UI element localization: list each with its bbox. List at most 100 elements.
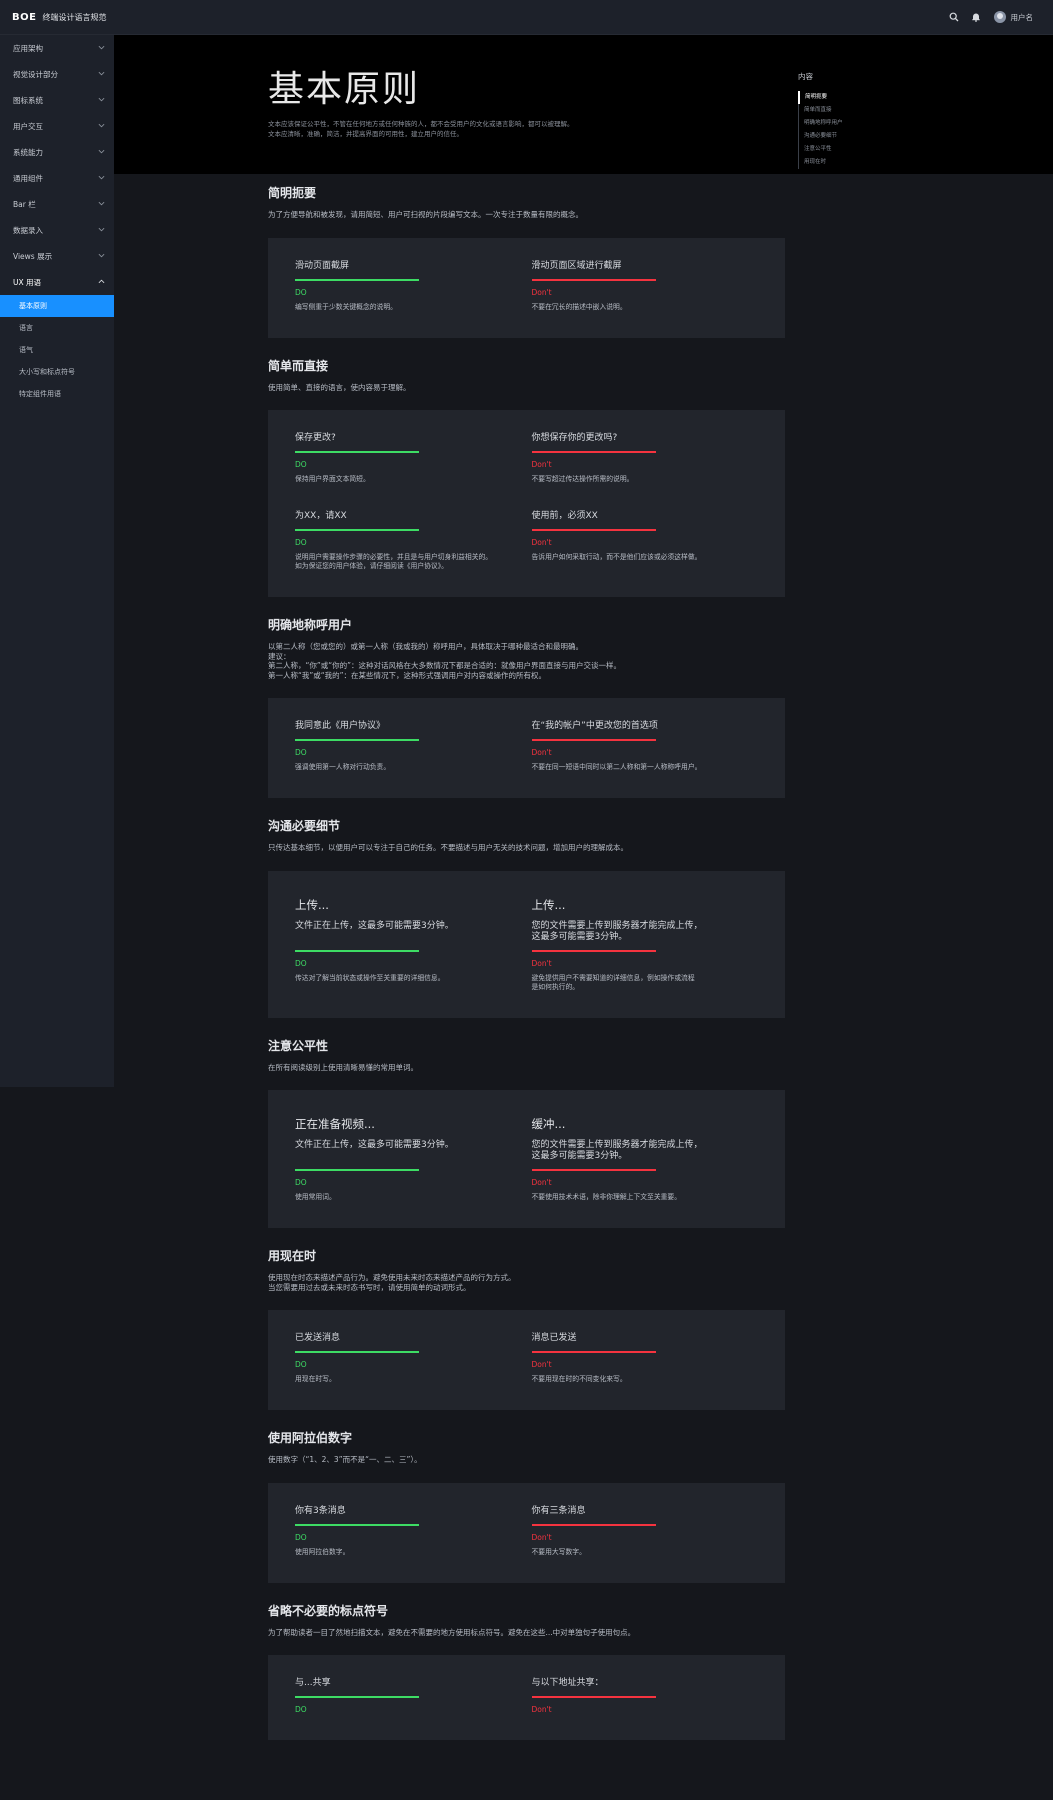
toc-item[interactable]: 注意公平性 xyxy=(799,143,918,156)
section-description-line: 当您需要用过去或未来时态书写时，请使用简单的动词形式。 xyxy=(268,1282,471,1292)
section-description: 使用现在时态来描述产品行为。避免使用未来时态来描述产品的行为方式。 当您需要用过… xyxy=(268,1273,785,1292)
dont-indicator xyxy=(531,739,656,741)
dont-label: Don't xyxy=(531,538,552,547)
page-description-line: 文本应该保证公平性，不管在任何地方或任何种族的人，都不会受用户的文化或语言影响，… xyxy=(268,120,574,128)
sidebar-item-common-components[interactable]: 通用组件 xyxy=(0,165,114,191)
do-label: DO xyxy=(295,1178,307,1187)
dont-label: Don't xyxy=(531,460,552,469)
sidebar: 应用架构 视觉设计部分 图标系统 用户交互 系统能力 通用组件 Bar 栏 数据… xyxy=(0,35,114,1087)
logo[interactable]: BOE 终端设计语言规范 xyxy=(12,12,106,23)
sidebar-item-visual-design[interactable]: 视觉设计部分 xyxy=(0,61,114,87)
example-subtext: 文件正在上传，这最多可能需要3分钟。 xyxy=(295,1140,454,1150)
chevron-up-icon xyxy=(98,279,105,284)
sidebar-subitem-tone[interactable]: 语气 xyxy=(0,339,114,361)
dont-example: 你有三条消息 Don't 不要用大写数字。 xyxy=(527,1503,759,1557)
username[interactable]: 用户名 xyxy=(1011,12,1034,23)
sidebar-item-ux-writing[interactable]: UX 用语 xyxy=(0,269,114,295)
sidebar-item-icon-system[interactable]: 图标系统 xyxy=(0,87,114,113)
example-note-line: 是如何执行的。 xyxy=(531,982,580,991)
section-description-line: 第二人称，“你”或“你的”：这种对话风格在大多数情况下都是合适的：就像用户界面直… xyxy=(268,661,622,670)
dont-example: 使用前，必须XX Don't 告诉用户如何采取行动，而不是他们应该或必须这样做。 xyxy=(527,508,759,571)
section-title: 使用阿拉伯数字 xyxy=(268,1431,353,1445)
example-note-line: 说明用户需要操作步骤的必要性，并且是与用户切身利益相关的。 xyxy=(295,553,493,561)
sidebar-item-bar[interactable]: Bar 栏 xyxy=(0,191,114,217)
example-subtext: 您的文件需要上传到服务器才能完成上传， 这最多可能需要3分钟。 xyxy=(532,1140,739,1162)
sidebar-item-label: Bar 栏 xyxy=(13,199,36,209)
do-example: 上传... 文件正在上传，这最多可能需要3分钟。 DO 传达对了解当前状态或操作… xyxy=(295,897,527,992)
do-label: DO xyxy=(295,1360,307,1369)
dont-indicator xyxy=(531,451,656,453)
example-note: 强调使用第一人称对行动负责。 xyxy=(295,763,391,771)
section-description-line: 以第二人称（您或您的）或第一人称（我或我的）称呼用户，具体取决于哪种最适合和最明… xyxy=(268,642,583,651)
page-title: 基本原则 xyxy=(268,69,421,110)
section-title: 用现在时 xyxy=(268,1249,317,1263)
toc-item[interactable]: 简明扼要 xyxy=(798,91,918,104)
sidebar-item-label: 应用架构 xyxy=(13,43,43,53)
sidebar-item-user-interaction[interactable]: 用户交互 xyxy=(0,113,114,139)
example-card: 已发送消息 DO 用现在时写。 消息已发送 Don't 不要用现在时的不同变化来… xyxy=(268,1310,785,1410)
toc-item[interactable]: 沟通必要细节 xyxy=(799,130,918,143)
section-description: 为了方便导航和被发现，请用简短、用户可扫视的片段编写文本。一次专注于数量有限的概… xyxy=(268,210,583,219)
example-note: 不要写超过传达操作所需的说明。 xyxy=(531,475,634,483)
example-note: 说明用户需要操作步骤的必要性，并且是与用户切身利益相关的。 如为保证您的用户体验… xyxy=(295,553,507,571)
search-icon[interactable] xyxy=(948,11,960,23)
example-note: 不要使用技术术语，除非你理解上下文至关重要。 xyxy=(531,1193,682,1201)
example-title: 滑动页面截屏 xyxy=(295,260,350,271)
do-label: DO xyxy=(295,1705,307,1714)
example-note: 传达对了解当前状态或操作至关重要的详细信息。 xyxy=(295,973,445,982)
toc-item[interactable]: 用现在时 xyxy=(799,156,918,169)
example-note: 使用阿拉伯数字。 xyxy=(295,1547,350,1556)
dont-label: Don't xyxy=(531,748,552,757)
toc-item[interactable]: 简单而直接 xyxy=(799,104,918,117)
example-note: 用现在时写。 xyxy=(295,1375,336,1383)
sidebar-item-views[interactable]: Views 展示 xyxy=(0,243,114,269)
dont-indicator xyxy=(531,1351,656,1353)
dont-indicator xyxy=(531,1169,656,1171)
section-title: 明确地称呼用户 xyxy=(268,618,353,632)
sidebar-subitem-capitalization[interactable]: 大小写和标点符号 xyxy=(0,361,114,383)
section-title: 简明扼要 xyxy=(268,186,317,200)
section-title: 注意公平性 xyxy=(268,1038,329,1053)
chevron-down-icon xyxy=(98,149,105,154)
avatar[interactable] xyxy=(993,11,1006,23)
do-indicator xyxy=(295,1523,419,1526)
sidebar-subitem-basic-principles[interactable]: 基本原则 xyxy=(0,295,114,317)
section-description-line: 建议： xyxy=(268,651,291,661)
main-content: 简明扼要 为了方便导航和被发现，请用简短、用户可扫视的片段编写文本。一次专注于数… xyxy=(268,174,785,1740)
do-example: 你有3条消息 DO 使用阿拉伯数字。 xyxy=(295,1503,527,1557)
example-title: 上传... xyxy=(531,897,566,912)
example-title: 保存更改? xyxy=(295,433,336,443)
do-indicator xyxy=(295,529,419,531)
do-example: 滑动页面截屏 DO 编写侧重于少数关键概念的说明。 xyxy=(295,258,527,312)
chevron-down-icon xyxy=(98,45,105,50)
example-note: 保持用户界面文本简短。 xyxy=(295,475,370,483)
sidebar-item-label: 用户交互 xyxy=(13,121,43,131)
do-indicator xyxy=(295,1351,419,1353)
bell-icon[interactable] xyxy=(970,11,982,23)
sidebar-item-data-entry[interactable]: 数据录入 xyxy=(0,217,114,243)
app-title: 终端设计语言规范 xyxy=(42,12,107,22)
example-title: 我同意此《用户协议》 xyxy=(295,721,386,731)
do-example: 已发送消息 DO 用现在时写。 xyxy=(295,1330,527,1384)
sidebar-item-app-architecture[interactable]: 应用架构 xyxy=(0,35,114,61)
dont-label: Don't xyxy=(531,1532,552,1542)
sidebar-item-system-capability[interactable]: 系统能力 xyxy=(0,139,114,165)
sidebar-item-label: 视觉设计部分 xyxy=(13,69,58,79)
sidebar-item-label: Views 展示 xyxy=(13,251,53,261)
do-label: DO xyxy=(295,748,307,757)
dont-indicator xyxy=(531,949,656,952)
example-note: 不要在冗长的描述中嵌入说明。 xyxy=(531,302,627,311)
do-example: 正在准备视频... 文件正在上传，这最多可能需要3分钟。 DO 使用常用词。 xyxy=(295,1116,527,1202)
dont-label: Don't xyxy=(531,287,552,297)
top-actions: 用户名 xyxy=(938,11,1034,23)
example-title: 为XX，请XX xyxy=(295,511,347,521)
sidebar-subitem-component-terms[interactable]: 特定组件用语 xyxy=(0,383,114,405)
toc-item[interactable]: 明确地称呼用户 xyxy=(799,117,918,130)
dont-indicator xyxy=(531,1696,656,1698)
dont-example: 你想保存你的更改吗? Don't 不要写超过传达操作所需的说明。 xyxy=(527,430,759,484)
dont-example: 缓冲... 您的文件需要上传到服务器才能完成上传， 这最多可能需要3分钟。 Do… xyxy=(527,1116,759,1202)
do-label: DO xyxy=(295,460,307,469)
example-title: 消息已发送 xyxy=(531,1333,577,1343)
sidebar-subitem-language[interactable]: 语言 xyxy=(0,317,114,339)
chevron-down-icon xyxy=(98,201,105,206)
